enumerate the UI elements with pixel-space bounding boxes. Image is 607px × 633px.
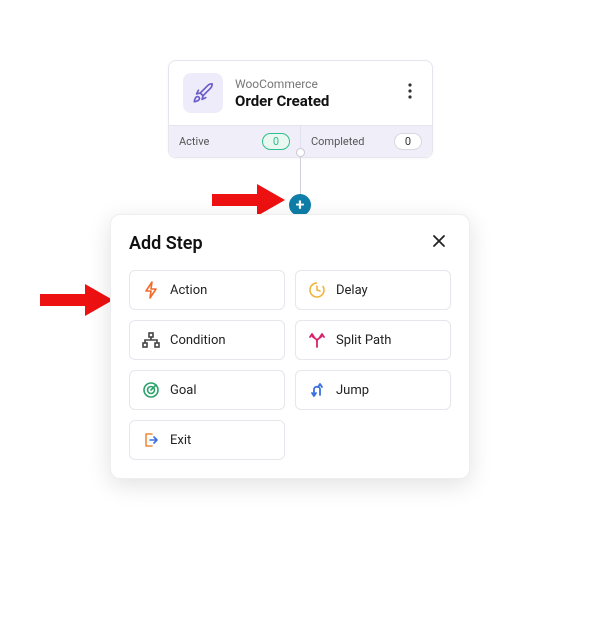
step-label: Exit xyxy=(170,433,191,448)
modal-header: Add Step xyxy=(129,231,451,256)
stat-active-label: Active xyxy=(179,135,209,148)
step-grid: Action Delay Condition Split Path Goal xyxy=(129,270,451,460)
target-icon xyxy=(142,381,160,399)
jump-icon xyxy=(308,381,326,399)
kebab-menu-icon[interactable] xyxy=(402,79,418,107)
step-goal-button[interactable]: Goal xyxy=(129,370,285,410)
exit-icon xyxy=(142,431,160,449)
modal-title: Add Step xyxy=(129,233,203,254)
clock-icon xyxy=(308,281,326,299)
step-action-button[interactable]: Action xyxy=(129,270,285,310)
annotation-arrow-icon xyxy=(35,280,115,320)
trigger-subtitle: WooCommerce xyxy=(235,77,402,91)
step-jump-button[interactable]: Jump xyxy=(295,370,451,410)
step-label: Split Path xyxy=(336,333,391,348)
step-split-path-button[interactable]: Split Path xyxy=(295,320,451,360)
trigger-header: WooCommerce Order Created xyxy=(169,61,432,125)
rocket-icon xyxy=(183,73,223,113)
step-label: Condition xyxy=(170,333,226,348)
sitemap-icon xyxy=(142,331,160,349)
split-icon xyxy=(308,331,326,349)
stat-completed-label: Completed xyxy=(311,135,364,148)
stat-completed: Completed 0 xyxy=(300,126,432,157)
stat-completed-count: 0 xyxy=(394,133,422,150)
close-icon[interactable] xyxy=(427,231,451,256)
trigger-card[interactable]: WooCommerce Order Created Active 0 Compl… xyxy=(168,60,433,158)
connector-node xyxy=(296,148,305,157)
stat-active: Active 0 xyxy=(169,126,300,157)
step-label: Action xyxy=(170,283,207,298)
step-label: Goal xyxy=(170,383,197,398)
trigger-title: Order Created xyxy=(235,92,402,110)
add-step-button[interactable]: + xyxy=(289,194,311,216)
lightning-icon xyxy=(142,281,160,299)
trigger-text: WooCommerce Order Created xyxy=(235,77,402,110)
step-condition-button[interactable]: Condition xyxy=(129,320,285,360)
step-delay-button[interactable]: Delay xyxy=(295,270,451,310)
step-label: Jump xyxy=(336,383,369,398)
stat-active-count: 0 xyxy=(262,133,290,150)
add-step-modal: Add Step Action Delay Condition xyxy=(110,214,470,479)
step-label: Delay xyxy=(336,283,368,298)
step-exit-button[interactable]: Exit xyxy=(129,420,285,460)
